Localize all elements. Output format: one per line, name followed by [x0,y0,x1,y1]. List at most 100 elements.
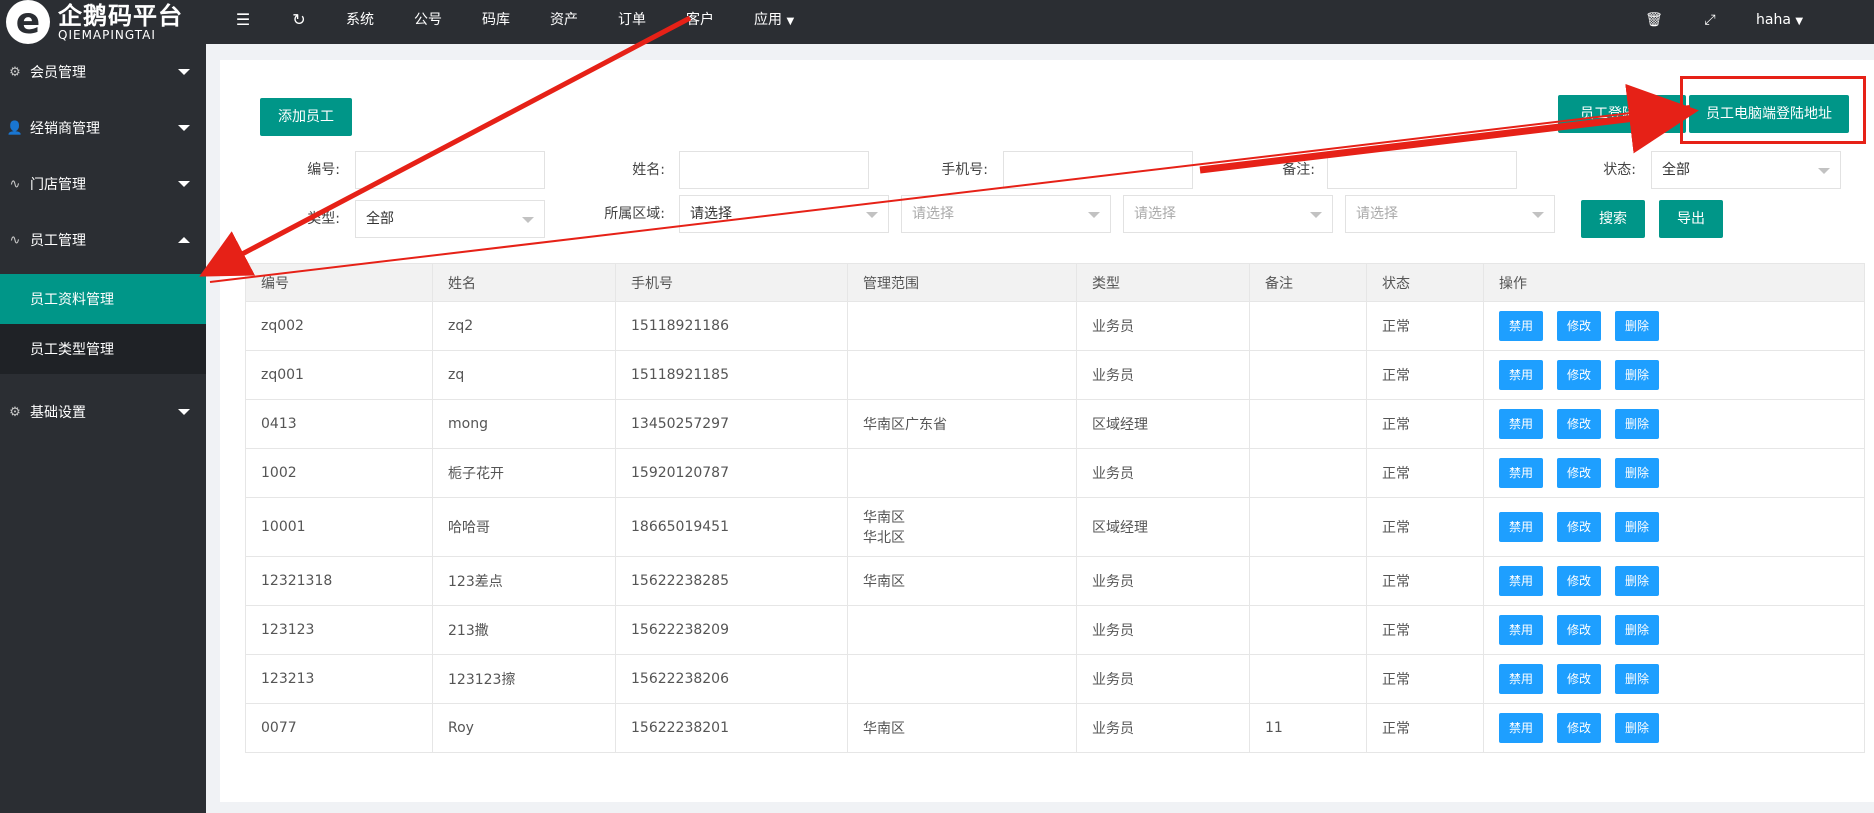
sidebar-item-member[interactable]: ⚙ 会员管理 [0,44,206,100]
cell-phone: 15118921186 [615,301,848,351]
delete-button[interactable]: 删除 [1615,566,1659,596]
name-input[interactable] [679,151,869,189]
column-header-phone: 手机号 [615,263,848,302]
export-button[interactable]: 导出 [1659,200,1723,238]
nav-system[interactable]: 系统 [346,0,374,44]
cell-name: mong [432,399,616,449]
chevron-down-icon: ▼ [786,16,795,27]
edit-button[interactable]: 修改 [1557,409,1601,439]
nav-official-account[interactable]: 公号 [414,0,442,44]
cell-actions: 禁用 修改 删除 [1483,301,1865,351]
nav-apps[interactable]: 应用 ▼ [754,0,794,44]
fullscreen-icon[interactable]: ⤢ [1698,0,1722,44]
nav-assets[interactable]: 资产 [550,0,578,44]
delete-button[interactable]: 删除 [1615,615,1659,645]
edit-button[interactable]: 修改 [1557,458,1601,488]
disable-button[interactable]: 禁用 [1499,713,1543,743]
trash-icon[interactable]: 🗑 [1642,0,1666,44]
status-select[interactable]: 全部 [1651,151,1841,189]
cell-remark [1249,556,1367,606]
delete-button[interactable]: 删除 [1615,713,1659,743]
search-button[interactable]: 搜索 [1581,200,1645,238]
code-input[interactable] [355,151,545,189]
pulse-icon: ∿ [9,232,21,248]
delete-button[interactable]: 删除 [1615,458,1659,488]
edit-button[interactable]: 修改 [1557,512,1601,542]
sidebar-item-store[interactable]: ∿ 门店管理 [0,156,206,212]
cell-remark [1249,605,1367,655]
disable-button[interactable]: 禁用 [1499,360,1543,390]
sidebar-item-basic-settings[interactable]: ⚙ 基础设置 [0,384,206,440]
user-name: haha [1756,12,1791,28]
sidebar-item-dealer[interactable]: 👤 经销商管理 [0,100,206,156]
cell-name: 123差点 [432,556,616,606]
disable-button[interactable]: 禁用 [1499,311,1543,341]
chevron-up-icon [178,237,190,243]
refresh-icon[interactable]: ↻ [287,0,311,44]
nav-code-library[interactable]: 码库 [482,0,510,44]
cell-name: zq [432,350,616,400]
sidebar-subitem-employee-type[interactable]: 员工类型管理 [0,324,206,374]
delete-button[interactable]: 删除 [1615,664,1659,694]
cell-type: 区域经理 [1076,497,1250,557]
edit-button[interactable]: 修改 [1557,664,1601,694]
delete-button[interactable]: 删除 [1615,512,1659,542]
cell-status: 正常 [1366,654,1484,704]
delete-button[interactable]: 删除 [1615,360,1659,390]
add-employee-button[interactable]: 添加员工 [260,98,352,136]
region-select-4[interactable]: 请选择 [1345,195,1555,233]
disable-button[interactable]: 禁用 [1499,409,1543,439]
region-select-2[interactable]: 请选择 [901,195,1111,233]
disable-button[interactable]: 禁用 [1499,664,1543,694]
cell-code: zq001 [245,350,433,400]
cell-status: 正常 [1366,350,1484,400]
cell-scope: 华南区广东省 [847,399,1077,449]
edit-button[interactable]: 修改 [1557,713,1601,743]
cell-type: 业务员 [1076,654,1250,704]
disable-button[interactable]: 禁用 [1499,615,1543,645]
disable-button[interactable]: 禁用 [1499,566,1543,596]
region-select-1[interactable]: 请选择 [679,195,889,233]
disable-button[interactable]: 禁用 [1499,458,1543,488]
type-label: 类型: [307,211,340,227]
delete-button[interactable]: 删除 [1615,311,1659,341]
sidebar-item-employee[interactable]: ∿ 员工管理 [0,212,206,268]
cell-phone: 15622238285 [615,556,848,606]
sidebar-subitem-employee-profile[interactable]: 员工资料管理 [0,274,206,324]
annotation-highlight-box [1680,76,1866,144]
column-header-code: 编号 [245,263,433,302]
edit-button[interactable]: 修改 [1557,566,1601,596]
nav-orders[interactable]: 订单 [618,0,646,44]
menu-toggle-icon[interactable]: ☰ [231,0,255,44]
sidebar: ⚙ 会员管理 👤 经销商管理 ∿ 门店管理 ∿ 员工管理 员工资料管理 员工类型… [0,44,206,813]
table-row: 123213 123123擦 15622238206 业务员 正常 禁用 修改 删除 [245,654,1865,704]
cell-code: 0077 [245,703,433,753]
edit-button[interactable]: 修改 [1557,360,1601,390]
edit-button[interactable]: 修改 [1557,615,1601,645]
cell-scope [847,605,1077,655]
type-select[interactable]: 全部 [355,200,545,238]
cell-actions: 禁用 修改 删除 [1483,654,1865,704]
region-select-3[interactable]: 请选择 [1123,195,1333,233]
nav-customers[interactable]: 客户 [686,0,714,44]
cell-remark [1249,350,1367,400]
cell-remark: 11 [1249,703,1367,753]
table-row: zq001 zq 15118921185 业务员 正常 禁用 修改 删除 [245,350,1865,400]
status-label: 状态: [1603,162,1636,178]
column-header-actions: 操作 [1483,263,1865,302]
chevron-down-icon [1818,168,1830,174]
user-menu[interactable]: haha ▼ [1756,0,1803,44]
employee-login-url-button[interactable]: 员工登陆地址 [1558,95,1686,133]
logo[interactable]: e 企鹅码平台 QIEMAPINGTAI [6,0,206,44]
cell-actions: 禁用 修改 删除 [1483,399,1865,449]
edit-button[interactable]: 修改 [1557,311,1601,341]
disable-button[interactable]: 禁用 [1499,512,1543,542]
chevron-down-icon [866,212,878,218]
cell-name: 123123擦 [432,654,616,704]
phone-input[interactable] [1003,151,1193,189]
cell-scope: 华南区 [847,556,1077,606]
cell-status: 正常 [1366,301,1484,351]
cell-type: 业务员 [1076,556,1250,606]
remark-input[interactable] [1327,151,1517,189]
delete-button[interactable]: 删除 [1615,409,1659,439]
